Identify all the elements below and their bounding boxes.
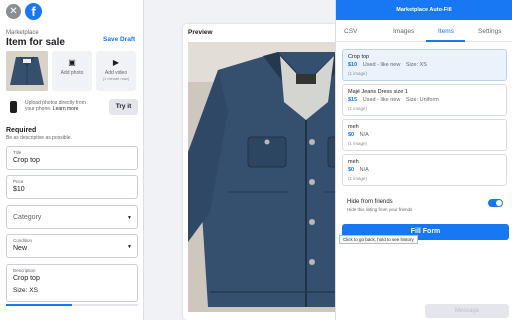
uploaded-photo-thumbnail[interactable] (6, 51, 48, 91)
item-condition: N/A (359, 132, 369, 138)
hide-from-friends-toggle[interactable] (488, 199, 503, 207)
tab-images[interactable]: Images (393, 28, 414, 35)
active-tab-indicator (426, 40, 465, 42)
description-value: Crop top (13, 275, 40, 282)
title-label: Title (13, 150, 22, 155)
title-field[interactable]: Title Crop top (6, 146, 138, 170)
add-video-icon: ▶ (112, 58, 120, 67)
hide-from-friends-description: Hide this listing from your friends (347, 207, 413, 212)
item-image-count: (1 image) (348, 176, 368, 181)
item-size: Size: Uniform (405, 97, 439, 103)
item-image-count: (1 image) (348, 106, 368, 111)
hide-from-friends-label: Hide from friends (347, 199, 393, 205)
video-note: (1 minute max) (102, 76, 130, 81)
item-condition: N/A (359, 167, 369, 173)
save-draft-button[interactable]: Save Draft (103, 36, 135, 43)
add-photo-icon: ▣ (68, 58, 76, 67)
phone-upload-row: Upload photos directly from your phone. … (6, 98, 138, 118)
listing-form-panel: ✕ f Marketplace Item for sale Save Draft… (0, 0, 144, 320)
description-field[interactable]: Description Crop top Size: XS (6, 264, 138, 302)
list-item[interactable]: meh $0 N/A (1 image) (342, 119, 507, 151)
tab-items[interactable]: Items (438, 28, 454, 35)
add-photo-button[interactable]: ▣ Add photo (52, 51, 92, 91)
item-price: $0 (348, 132, 355, 138)
condition-select[interactable]: Condition New ▼ (6, 234, 138, 258)
try-it-button[interactable]: Try it (109, 99, 138, 115)
extension-title: Marketplace Auto-Fill (336, 0, 512, 20)
required-heading: Required (6, 127, 37, 134)
price-label: Price (13, 179, 24, 184)
page-title: Item for sale (6, 37, 65, 48)
list-item[interactable]: Majé Jeans Dress size 1 $15 Used - like … (342, 84, 507, 116)
section-label: Marketplace (6, 30, 39, 36)
list-item[interactable]: meh $0 N/A (1 image) (342, 154, 507, 186)
item-image-count: (1 image) (348, 141, 368, 146)
back-button-tooltip: Click to go back, hold to see history (339, 235, 418, 244)
item-image-count: (1 image) (348, 71, 368, 76)
learn-more-link[interactable]: Learn more (53, 106, 79, 112)
item-price: $10 (348, 62, 358, 68)
required-subtitle: Be as descriptive as possible. (6, 135, 72, 141)
autofill-extension-panel: Marketplace Auto-Fill CSV Images Items S… (335, 0, 512, 320)
tab-csv[interactable]: CSV (344, 28, 357, 35)
preview-title: Preview (188, 29, 213, 36)
item-name: Majé Jeans Dress size 1 (348, 89, 408, 95)
preview-area: Preview (145, 0, 416, 320)
form-progress-fill (6, 304, 72, 306)
condition-value: New (13, 245, 28, 252)
price-value: $10 (13, 186, 25, 193)
upload-text: Upload photos directly from your phone. … (25, 100, 95, 112)
extension-tabs: CSV Images Items Settings (336, 20, 512, 42)
category-placeholder: Category (13, 214, 42, 221)
facebook-logo[interactable]: f (25, 3, 42, 20)
item-name: meh (348, 124, 359, 130)
chevron-down-icon: ▼ (127, 244, 132, 250)
title-value: Crop top (13, 157, 40, 164)
item-condition: Used - like new (362, 97, 401, 103)
item-details: $0 N/A (348, 132, 369, 138)
item-details: $10 Used - like new Size: XS (348, 62, 427, 68)
item-details: $0 N/A (348, 167, 369, 173)
item-details: $15 Used - like new Size: Uniform (348, 97, 439, 103)
item-name: Crop top (348, 54, 370, 60)
category-select[interactable]: Category ▼ (6, 205, 138, 229)
list-item[interactable]: Crop top $10 Used - like new Size: XS (1… (342, 49, 507, 81)
chevron-down-icon: ▼ (127, 215, 132, 221)
add-photo-label: Add photo (60, 70, 84, 76)
phone-icon (10, 101, 17, 113)
description-label: Description (13, 268, 36, 273)
form-progress-bar (6, 304, 138, 306)
close-icon[interactable]: ✕ (6, 4, 21, 19)
tab-settings[interactable]: Settings (478, 28, 502, 35)
item-condition: Used - like new (362, 62, 401, 68)
condition-label: Condition (13, 238, 33, 243)
item-name: meh (348, 159, 359, 165)
price-field[interactable]: Price $10 (6, 175, 138, 199)
toggle-knob (496, 200, 502, 206)
item-price: $0 (348, 167, 355, 173)
item-size: Size: XS (405, 62, 427, 68)
add-video-button[interactable]: ▶ Add video (1 minute max) (96, 51, 136, 91)
item-price: $15 (348, 97, 358, 103)
message-button[interactable]: Message (425, 304, 509, 318)
description-size: Size: XS (13, 287, 38, 294)
